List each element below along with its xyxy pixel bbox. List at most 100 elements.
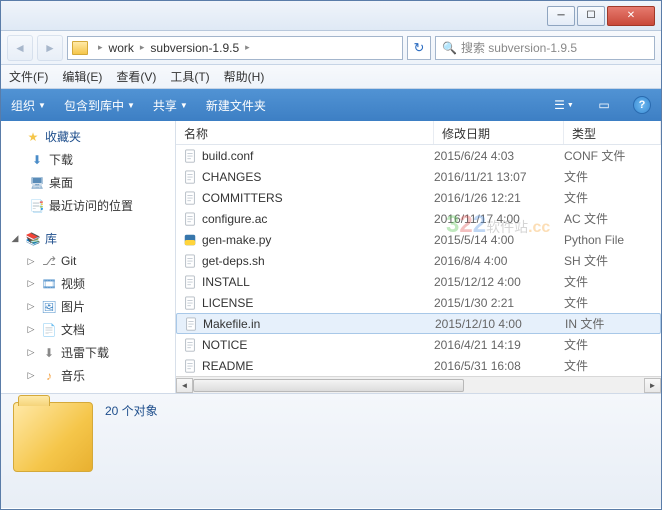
file-date: 2016/8/4 4:00 [434, 254, 564, 268]
column-type[interactable]: 类型 [564, 121, 661, 144]
statusbar: 20 个对象 [1, 393, 661, 508]
search-icon: 🔍 [442, 41, 457, 55]
library-icon: 📚 [25, 231, 41, 247]
horizontal-scrollbar[interactable]: ◄ ► [176, 376, 661, 393]
git-icon: ⎇ [41, 253, 57, 269]
file-row[interactable]: COMMITTERS2016/1/26 12:21文件 [176, 187, 661, 208]
file-type: 文件 [564, 273, 657, 290]
expand-icon[interactable]: ▷ [25, 347, 37, 358]
chevron-right-icon: ▸ [98, 42, 103, 53]
chevron-down-icon: ▼ [38, 101, 46, 110]
scroll-thumb[interactable] [193, 379, 464, 392]
close-button[interactable]: ✕ [607, 6, 655, 26]
preview-pane-button[interactable]: ▭ [593, 94, 615, 116]
file-name: CHANGES [202, 170, 434, 184]
music-icon: ♪ [41, 368, 57, 384]
refresh-button[interactable]: ↻ [407, 36, 431, 60]
maximize-button[interactable]: ☐ [577, 6, 605, 26]
sidebar-libraries[interactable]: ◢📚库 [1, 227, 175, 250]
back-button[interactable]: ◄ [7, 35, 33, 61]
file-date: 2015/1/30 2:21 [434, 296, 564, 310]
file-row[interactable]: README2016/5/31 16:08文件 [176, 355, 661, 376]
menu-file[interactable]: 文件(F) [9, 68, 48, 85]
file-row[interactable]: configure.ac2016/11/17 4:00AC 文件 [176, 208, 661, 229]
xunlei-icon: ⬇ [41, 345, 57, 361]
column-date[interactable]: 修改日期 [434, 121, 564, 144]
file-icon [182, 274, 198, 290]
file-icon [182, 253, 198, 269]
sidebar-favorites[interactable]: ★收藏夹 [1, 125, 175, 148]
scroll-left-button[interactable]: ◄ [176, 378, 193, 393]
minimize-button[interactable]: ─ [547, 6, 575, 26]
file-row[interactable]: LICENSE2015/1/30 2:21文件 [176, 292, 661, 313]
expand-icon[interactable]: ◢ [9, 233, 21, 244]
file-list[interactable]: build.conf2015/6/24 4:03CONF 文件CHANGES20… [176, 145, 661, 376]
breadcrumb-seg[interactable]: subversion-1.9.5 [150, 41, 239, 55]
organize-button[interactable]: 组织▼ [11, 97, 46, 114]
file-type: 文件 [564, 336, 657, 353]
sidebar-recent[interactable]: 📑最近访问的位置 [1, 194, 175, 217]
expand-icon[interactable]: ▷ [25, 278, 37, 289]
file-row[interactable]: CHANGES2016/11/21 13:07文件 [176, 166, 661, 187]
menu-tools[interactable]: 工具(T) [170, 68, 209, 85]
file-icon [182, 295, 198, 311]
file-row[interactable]: INSTALL2015/12/12 4:00文件 [176, 271, 661, 292]
breadcrumb[interactable]: ▸ work ▸ subversion-1.9.5 ▸ [67, 36, 403, 60]
desktop-icon: 🖥 [29, 175, 45, 191]
scroll-track[interactable] [193, 378, 644, 393]
sidebar-music[interactable]: ▷♪音乐 [1, 364, 175, 387]
file-row[interactable]: build.conf2015/6/24 4:03CONF 文件 [176, 145, 661, 166]
navbar: ◄ ► ▸ work ▸ subversion-1.9.5 ▸ ↻ 🔍 搜索 s… [1, 31, 661, 65]
file-row[interactable]: Makefile.in2015/12/10 4:00IN 文件 [176, 313, 661, 334]
share-button[interactable]: 共享▼ [153, 97, 188, 114]
file-date: 2016/11/21 13:07 [434, 170, 564, 184]
file-date: 2015/5/14 4:00 [434, 233, 564, 247]
chevron-right-icon: ▸ [140, 42, 145, 53]
file-date: 2015/12/12 4:00 [434, 275, 564, 289]
file-name: COMMITTERS [202, 191, 434, 205]
file-name: NOTICE [202, 338, 434, 352]
file-name: configure.ac [202, 212, 434, 226]
help-button[interactable]: ? [633, 96, 651, 114]
forward-button[interactable]: ► [37, 35, 63, 61]
expand-icon[interactable]: ▷ [25, 256, 37, 267]
sidebar-git[interactable]: ▷⎇Git [1, 250, 175, 272]
menu-view[interactable]: 查看(V) [116, 68, 156, 85]
expand-icon[interactable]: ▷ [25, 324, 37, 335]
file-type: 文件 [564, 357, 657, 374]
include-library-button[interactable]: 包含到库中▼ [64, 97, 135, 114]
file-type: 文件 [564, 168, 657, 185]
sidebar-documents[interactable]: ▷📄文档 [1, 318, 175, 341]
file-row[interactable]: gen-make.py2015/5/14 4:00Python File [176, 229, 661, 250]
file-row[interactable]: NOTICE2016/4/21 14:19文件 [176, 334, 661, 355]
file-date: 2015/12/10 4:00 [435, 317, 565, 331]
scroll-right-button[interactable]: ► [644, 378, 661, 393]
sidebar-pictures[interactable]: ▷🖼图片 [1, 295, 175, 318]
folder-icon [72, 41, 88, 55]
document-icon: 📄 [41, 322, 57, 338]
column-name[interactable]: 名称 [176, 121, 434, 144]
file-icon [183, 316, 199, 332]
file-name: get-deps.sh [202, 254, 434, 268]
file-name: gen-make.py [202, 233, 434, 247]
sidebar-downloads[interactable]: ⬇下载 [1, 148, 175, 171]
video-icon: 🎞 [41, 276, 57, 292]
view-options-button[interactable]: ☰▼ [553, 94, 575, 116]
sidebar-xunlei[interactable]: ▷⬇迅雷下载 [1, 341, 175, 364]
chevron-right-icon: ▸ [245, 42, 250, 53]
expand-icon[interactable]: ▷ [25, 301, 37, 312]
menu-help[interactable]: 帮助(H) [224, 68, 265, 85]
newfolder-button[interactable]: 新建文件夹 [206, 97, 266, 114]
sidebar: ★收藏夹 ⬇下载 🖥桌面 📑最近访问的位置 ◢📚库 ▷⎇Git ▷🎞视频 ▷🖼图… [1, 121, 176, 393]
file-row[interactable]: get-deps.sh2016/8/4 4:00SH 文件 [176, 250, 661, 271]
sidebar-desktop[interactable]: 🖥桌面 [1, 171, 175, 194]
file-icon [182, 169, 198, 185]
file-type: 文件 [564, 294, 657, 311]
search-input[interactable]: 🔍 搜索 subversion-1.9.5 [435, 36, 655, 60]
sidebar-videos[interactable]: ▷🎞视频 [1, 272, 175, 295]
expand-icon[interactable]: ▷ [25, 370, 37, 381]
breadcrumb-seg[interactable]: work [109, 41, 134, 55]
file-type: SH 文件 [564, 252, 657, 269]
file-icon [182, 232, 198, 248]
menu-edit[interactable]: 编辑(E) [62, 68, 102, 85]
